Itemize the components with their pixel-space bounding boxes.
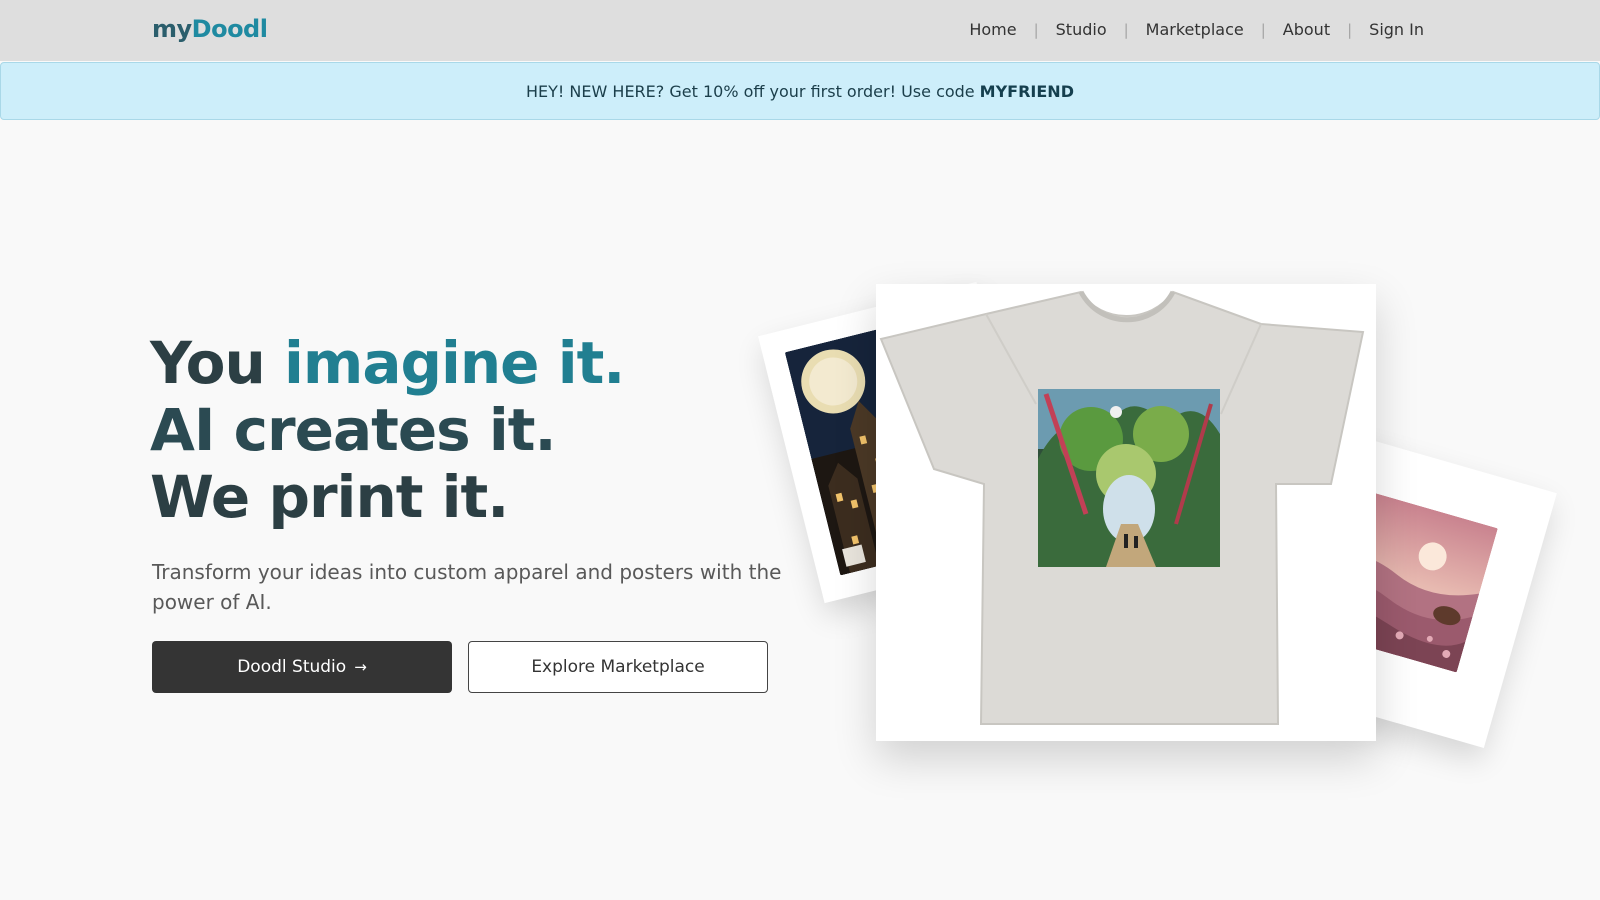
brand-suffix: Doodl bbox=[191, 15, 268, 43]
hero-line-1-accent: imagine it. bbox=[284, 329, 625, 397]
doodl-studio-button-label: Doodl Studio bbox=[237, 657, 347, 677]
hero-line-2: AI creates it. bbox=[150, 396, 557, 464]
hero-headline: You imagine it. AI creates it. We print … bbox=[150, 329, 625, 531]
nav-separator: | bbox=[1260, 20, 1266, 39]
promo-banner: HEY! NEW HERE? Get 10% off your first or… bbox=[0, 62, 1600, 120]
nav-separator: | bbox=[1347, 20, 1353, 39]
nav-link-home[interactable]: Home bbox=[969, 20, 1016, 39]
nav-link-about[interactable]: About bbox=[1283, 20, 1330, 39]
nav-link-sign-in[interactable]: Sign In bbox=[1369, 20, 1424, 39]
product-showcase bbox=[758, 270, 1557, 790]
hero-line-3: We print it. bbox=[150, 463, 509, 531]
nav-separator: | bbox=[1033, 20, 1039, 39]
doodl-studio-button[interactable]: Doodl Studio → bbox=[152, 641, 452, 693]
arrow-right-icon: → bbox=[354, 658, 367, 676]
tshirt-product-card[interactable] bbox=[876, 284, 1376, 741]
brand-logo[interactable]: myDoodl bbox=[152, 15, 268, 43]
nav-links: Home | Studio | Marketplace | About | Si… bbox=[969, 20, 1424, 39]
hero-subtitle: Transform your ideas into custom apparel… bbox=[152, 560, 782, 614]
nav-link-marketplace[interactable]: Marketplace bbox=[1146, 20, 1244, 39]
brand-prefix: my bbox=[152, 15, 192, 43]
tshirt-forest-print bbox=[876, 284, 1376, 741]
promo-code: MYFRIEND bbox=[979, 81, 1074, 101]
promo-text: HEY! NEW HERE? Get 10% off your first or… bbox=[526, 81, 975, 101]
explore-marketplace-button[interactable]: Explore Marketplace bbox=[468, 641, 768, 693]
top-navbar: myDoodl Home | Studio | Marketplace | Ab… bbox=[0, 0, 1600, 61]
nav-separator: | bbox=[1123, 20, 1129, 39]
hero-line-1: You imagine it. bbox=[150, 329, 625, 397]
hero-line-1-start: You bbox=[150, 329, 266, 397]
nav-link-studio[interactable]: Studio bbox=[1056, 20, 1107, 39]
